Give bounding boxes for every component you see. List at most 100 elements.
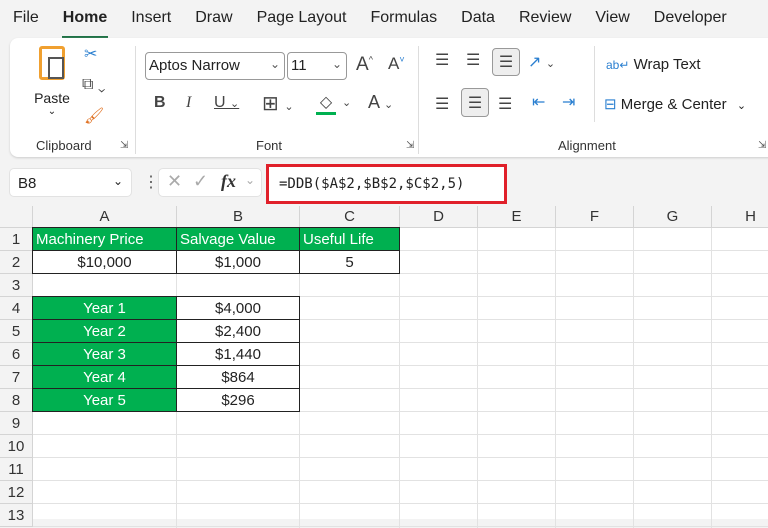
menu-bar: File Home Insert Draw Page Layout Formul… — [0, 0, 768, 39]
tab-developer[interactable]: Developer — [641, 9, 738, 27]
row-header[interactable]: 8 — [0, 389, 33, 412]
dialog-launcher-icon[interactable]: ⇲ — [758, 140, 766, 151]
merge-center-button[interactable]: ⊟ Merge & Center ⌄ — [604, 95, 746, 113]
cell-A8[interactable]: Year 5 — [32, 388, 177, 412]
bold-icon[interactable]: B — [154, 94, 166, 112]
row-header[interactable]: 5 — [0, 320, 33, 343]
align-left-icon[interactable]: ☰ — [435, 94, 449, 114]
enter-icon[interactable]: ✓ — [193, 171, 208, 192]
tab-insert[interactable]: Insert — [118, 9, 182, 27]
merge-icon: ⊟ — [604, 96, 617, 113]
column-header[interactable]: G — [634, 206, 712, 228]
chevron-down-icon: ⌄ — [331, 57, 342, 71]
font-name-value: Aptos Narrow — [149, 57, 240, 74]
row-header[interactable]: 13 — [0, 504, 33, 527]
underline-icon[interactable]: U ⌄ — [214, 94, 239, 112]
wrap-text-button[interactable]: ab↵ Wrap Text — [606, 56, 701, 73]
tab-home[interactable]: Home — [50, 9, 118, 39]
chevron-down-icon[interactable]: ⌄ — [342, 96, 351, 109]
font-color-icon[interactable]: A ⌄ — [368, 92, 393, 113]
cell-A7[interactable]: Year 4 — [32, 365, 177, 389]
top-align-icon[interactable]: ☰ — [435, 50, 449, 70]
cell-B4[interactable]: $4,000 — [176, 296, 300, 320]
tab-file[interactable]: File — [0, 9, 50, 27]
cell-B1[interactable]: Salvage Value — [176, 227, 300, 251]
decrease-font-icon[interactable]: A˅ — [388, 54, 405, 74]
paste-label: Paste — [34, 90, 70, 106]
row-header[interactable]: 2 — [0, 251, 33, 274]
row-header[interactable]: 3 — [0, 274, 33, 297]
dialog-launcher-icon[interactable]: ⇲ — [120, 140, 128, 151]
column-header[interactable]: F — [556, 206, 634, 228]
chevron-down-icon: ⌄ — [47, 106, 57, 117]
row-header[interactable]: 4 — [0, 297, 33, 320]
cell-B8[interactable]: $296 — [176, 388, 300, 412]
row-header[interactable]: 6 — [0, 343, 33, 366]
tab-data[interactable]: Data — [448, 9, 506, 27]
cell-A5[interactable]: Year 2 — [32, 319, 177, 343]
middle-align-icon[interactable]: ☰ — [466, 50, 480, 70]
row-header[interactable]: 12 — [0, 481, 33, 504]
column-header[interactable]: A — [33, 206, 177, 228]
row-header[interactable]: 1 — [0, 228, 33, 251]
chevron-down-icon[interactable]: ⌄ — [245, 173, 255, 187]
cell-B2[interactable]: $1,000 — [176, 250, 300, 274]
column-header[interactable]: C — [300, 206, 400, 228]
format-painter-icon[interactable]: 🖌 — [84, 106, 104, 126]
fill-color-icon[interactable]: ◇ — [316, 92, 336, 115]
cell-C2[interactable]: 5 — [299, 250, 400, 274]
cell-A4[interactable]: Year 1 — [32, 296, 177, 320]
chevron-down-icon: ⌄ — [269, 57, 280, 71]
cell-B7[interactable]: $864 — [176, 365, 300, 389]
row-header[interactable]: 7 — [0, 366, 33, 389]
divider — [135, 46, 136, 154]
cell-B6[interactable]: $1,440 — [176, 342, 300, 366]
tab-formulas[interactable]: Formulas — [357, 9, 448, 27]
dialog-launcher-icon[interactable]: ⇲ — [406, 140, 414, 151]
select-all-corner[interactable] — [0, 206, 33, 228]
formula-input[interactable]: =DDB($A$2,$B$2,$C$2,5) — [266, 164, 507, 204]
column-header[interactable]: E — [478, 206, 556, 228]
align-right-icon[interactable]: ☰ — [498, 94, 512, 114]
copy-icon[interactable]: ⧉ ⌄ — [82, 76, 105, 94]
increase-font-icon[interactable]: A^ — [356, 54, 373, 76]
decrease-indent-icon[interactable]: ⇤ — [532, 92, 545, 112]
cell-C1[interactable]: Useful Life — [299, 227, 400, 251]
bottom-align-icon[interactable]: ☰ — [492, 48, 520, 76]
borders-icon[interactable]: ⊞ ⌄ — [262, 91, 294, 116]
tab-page-layout[interactable]: Page Layout — [244, 9, 358, 27]
tab-review[interactable]: Review — [506, 9, 582, 27]
increase-indent-icon[interactable]: ⇥ — [562, 92, 575, 112]
gridline — [33, 526, 768, 527]
column-header[interactable]: D — [400, 206, 478, 228]
paste-button[interactable]: Paste ⌄ — [32, 46, 72, 126]
clipboard-group-label: Clipboard — [36, 138, 92, 153]
cell-A1[interactable]: Machinery Price — [32, 227, 177, 251]
wrap-text-label: Wrap Text — [633, 56, 701, 73]
font-name-select[interactable]: Aptos Narrow ⌄ — [145, 52, 285, 80]
align-center-icon[interactable]: ☰ — [461, 88, 489, 117]
divider — [418, 46, 419, 154]
chevron-down-icon: ⌄ — [112, 174, 123, 188]
cut-icon[interactable]: ✂ — [84, 44, 97, 64]
tab-draw[interactable]: Draw — [182, 9, 243, 27]
column-header[interactable]: B — [177, 206, 300, 228]
cancel-icon[interactable]: ✕ — [167, 171, 182, 192]
alignment-group-label: Alignment — [558, 138, 616, 153]
cell-A2[interactable]: $10,000 — [32, 250, 177, 274]
italic-icon[interactable]: I — [186, 94, 191, 112]
clipboard-icon — [39, 46, 65, 80]
row-header[interactable]: 9 — [0, 412, 33, 435]
row-header[interactable]: 10 — [0, 435, 33, 458]
insert-function-icon[interactable]: fx — [221, 171, 236, 192]
more-icon[interactable]: ⋮ — [143, 172, 159, 192]
column-header[interactable]: H — [712, 206, 768, 228]
font-size-select[interactable]: 11 ⌄ — [287, 52, 347, 80]
row-header[interactable]: 11 — [0, 458, 33, 481]
orientation-icon[interactable]: ↗ ⌄ — [528, 52, 555, 72]
cell-B5[interactable]: $2,400 — [176, 319, 300, 343]
cell-A6[interactable]: Year 3 — [32, 342, 177, 366]
chevron-down-icon: ⌄ — [736, 100, 747, 112]
tab-view[interactable]: View — [582, 9, 640, 27]
name-box[interactable]: B8 ⌄ — [9, 168, 132, 197]
